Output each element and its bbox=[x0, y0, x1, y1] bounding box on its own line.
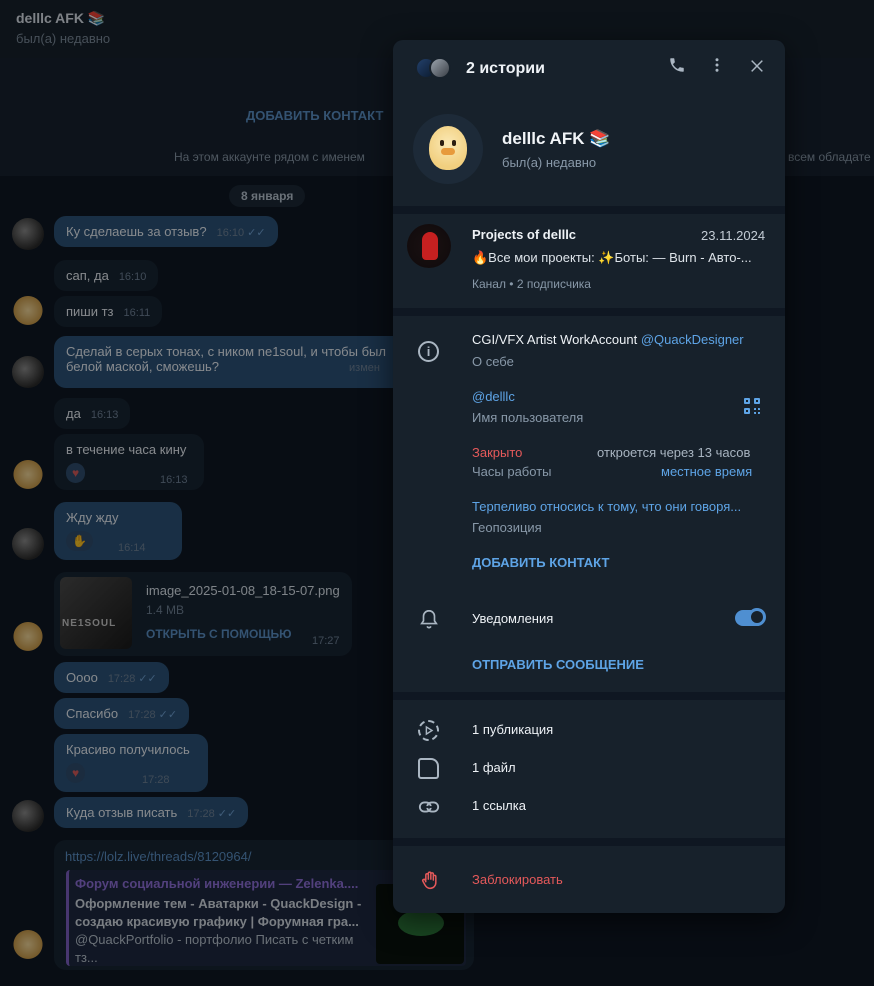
bio-text-value: CGI/VFX Artist WorkAccount bbox=[472, 332, 641, 347]
divider bbox=[393, 692, 785, 700]
location-value[interactable]: Терпеливо относись к тому, что они говор… bbox=[472, 499, 756, 514]
stories-avatars[interactable] bbox=[415, 57, 455, 79]
profile-header: delllc AFK 📚 был(а) недавно bbox=[393, 96, 785, 206]
qr-code-icon[interactable] bbox=[744, 398, 762, 416]
file-icon bbox=[418, 758, 439, 779]
location-label: Геопозиция bbox=[472, 520, 542, 535]
username-label: Имя пользователя bbox=[472, 410, 584, 425]
close-icon[interactable] bbox=[745, 56, 769, 80]
qr-cell bbox=[754, 398, 760, 404]
media-label: 1 ссылка bbox=[472, 798, 526, 813]
profile-name: delllc AFK 📚 bbox=[502, 129, 611, 148]
notifications-toggle[interactable] bbox=[735, 608, 766, 626]
username-value[interactable]: @delllc bbox=[472, 389, 515, 404]
bio-text[interactable]: CGI/VFX Artist WorkAccount @QuackDesigne… bbox=[472, 332, 744, 347]
channel-avatar-figure bbox=[422, 232, 438, 260]
media-row-publications[interactable]: 1 публикация bbox=[393, 711, 785, 749]
qr-cell bbox=[744, 408, 750, 414]
block-hand-icon bbox=[420, 869, 440, 897]
qr-cell bbox=[754, 408, 760, 414]
channel-last-post: 🔥Все мои проекты: ✨Боты: — Burn - Авто-.… bbox=[472, 250, 752, 265]
stories-label[interactable]: 2 истории bbox=[466, 60, 545, 78]
business-hours-label: Часы работы bbox=[472, 464, 552, 479]
panel-topbar: 2 истории bbox=[393, 40, 785, 96]
media-label: 1 публикация bbox=[472, 722, 554, 737]
toggle-knob bbox=[748, 608, 766, 626]
media-row-links[interactable]: 1 ссылка bbox=[393, 787, 785, 825]
bio-mention-link[interactable]: @QuackDesigner bbox=[641, 332, 744, 347]
notifications-label: Уведомления bbox=[472, 611, 554, 626]
duck-eye bbox=[452, 140, 456, 146]
info-icon: i bbox=[418, 341, 439, 362]
bell-icon bbox=[418, 607, 440, 631]
channel-subscribers: Канал • 2 подписчика bbox=[472, 277, 591, 291]
add-contact-button[interactable]: ДОБАВИТЬ КОНТАКТ bbox=[472, 555, 609, 570]
qr-cell bbox=[744, 398, 750, 404]
business-hours-state[interactable]: Закрыто bbox=[472, 445, 522, 460]
divider bbox=[393, 308, 785, 316]
profile-status: был(а) недавно bbox=[502, 155, 597, 170]
bio-label: О себе bbox=[472, 354, 514, 369]
personal-channel[interactable]: Projects of delllc 23.11.2024 🔥Все мои п… bbox=[393, 214, 785, 306]
duck-eye bbox=[440, 140, 444, 146]
more-vertical-icon[interactable] bbox=[705, 56, 729, 80]
divider bbox=[393, 206, 785, 214]
profile-panel: 2 истории delllc AFK 📚 был(а) недавно Pr… bbox=[393, 40, 785, 913]
duck-beak bbox=[441, 148, 455, 155]
link-icon bbox=[418, 796, 440, 817]
block-user-button[interactable]: Заблокировать bbox=[472, 872, 563, 887]
media-row-files[interactable]: 1 файл bbox=[393, 749, 785, 787]
local-time-toggle[interactable]: местное время bbox=[661, 464, 752, 479]
divider bbox=[393, 838, 785, 846]
phone-icon[interactable] bbox=[665, 56, 689, 80]
channel-date: 23.11.2024 bbox=[701, 228, 766, 243]
business-hours-opens: откроется через 13 часов bbox=[597, 445, 751, 460]
channel-name: Projects of delllc bbox=[472, 227, 577, 242]
stories-icon bbox=[418, 720, 439, 741]
story-avatar bbox=[429, 57, 451, 79]
send-message-button[interactable]: ОТПРАВИТЬ СООБЩЕНИЕ bbox=[472, 657, 644, 672]
media-label: 1 файл bbox=[472, 760, 516, 775]
